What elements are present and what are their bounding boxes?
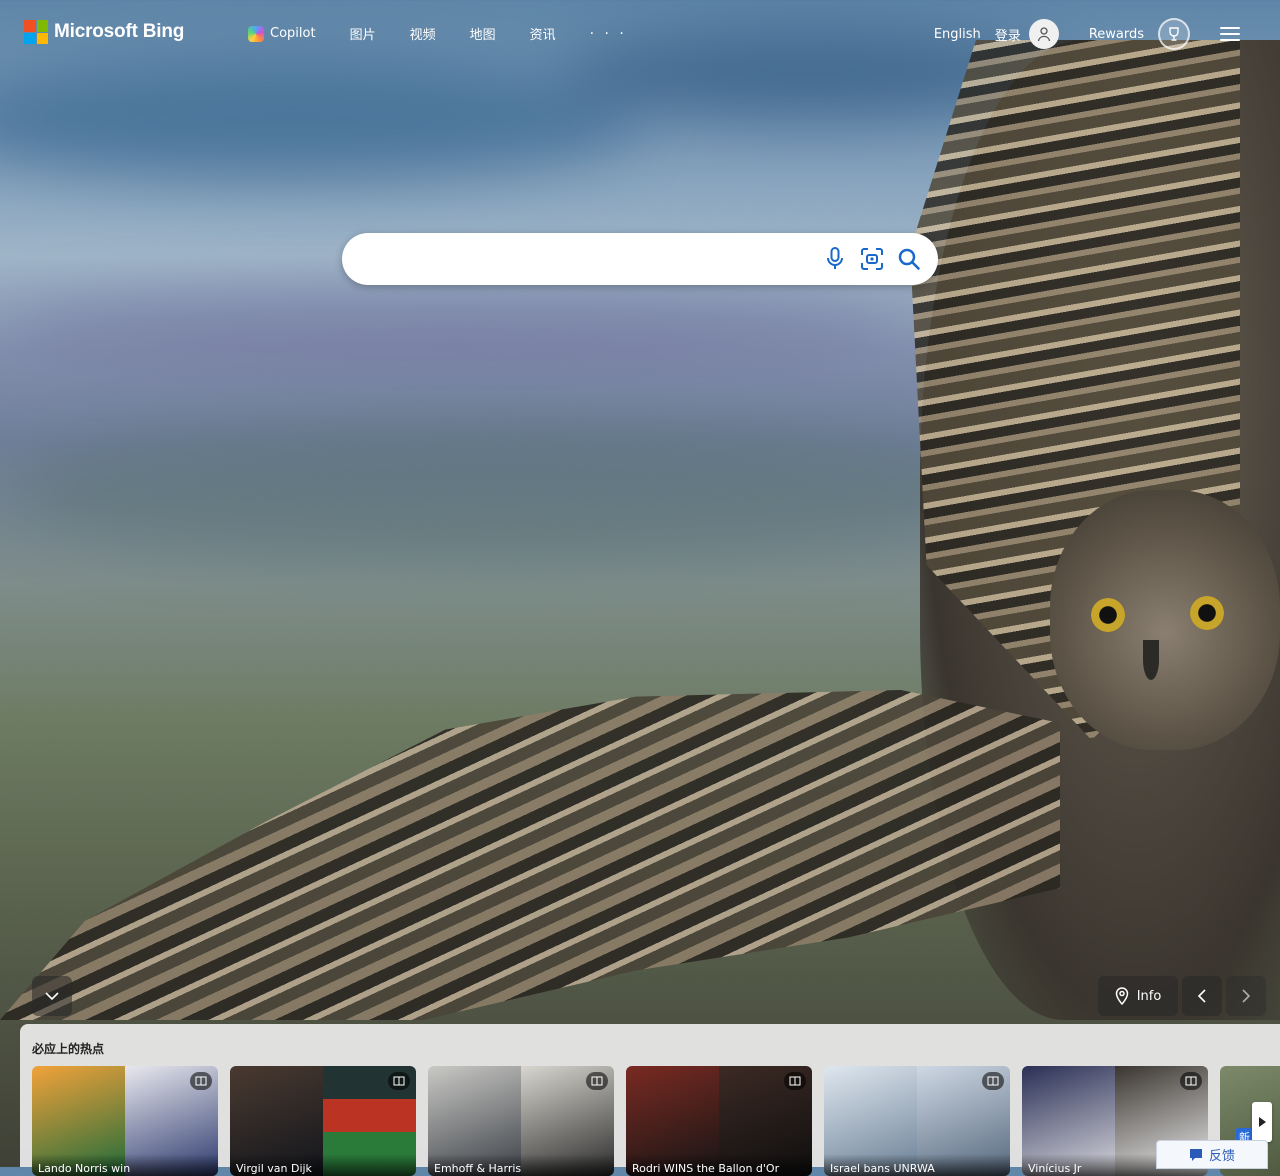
trending-card[interactable]: Rodri WINS the Ballon d'Or <box>626 1066 812 1176</box>
chevron-right-icon <box>1242 989 1251 1003</box>
previous-image-button[interactable] <box>1182 976 1222 1016</box>
trending-cards: Lando Norris win Virgil van Dijk Emhoff … <box>32 1066 1280 1176</box>
gallery-icon <box>1180 1072 1202 1090</box>
gallery-icon <box>388 1072 410 1090</box>
chat-bubble-icon <box>1189 1148 1202 1161</box>
microsoft-logo-icon <box>24 20 48 44</box>
chevron-down-icon <box>45 992 59 1001</box>
header-right: English 登录 Rewards <box>934 14 1280 54</box>
gallery-icon <box>190 1072 212 1090</box>
nav-label: 资讯 <box>529 28 556 43</box>
next-image-button[interactable] <box>1226 976 1266 1016</box>
nav-label: 图片 <box>349 28 376 43</box>
gallery-icon <box>982 1072 1004 1090</box>
nav-images[interactable]: 图片 <box>350 24 376 43</box>
trending-card[interactable]: Israel bans UNRWA <box>824 1066 1010 1176</box>
nav-news[interactable]: 资讯 <box>530 24 556 43</box>
info-label: Info <box>1136 988 1162 1004</box>
nav-more-button[interactable]: · · · <box>590 26 627 42</box>
nav-label: Copilot <box>270 26 316 41</box>
gallery-icon <box>784 1072 806 1090</box>
trending-title: 必应上的热点 <box>32 1042 105 1056</box>
trending-card[interactable]: Lando Norris win <box>32 1066 218 1176</box>
location-pin-icon <box>1115 987 1128 1005</box>
card-caption: Emhoff & Harris <box>428 1154 614 1176</box>
user-icon <box>1037 27 1050 42</box>
trending-card[interactable]: Virgil van Dijk <box>230 1066 416 1176</box>
nav-label: 地图 <box>469 28 496 43</box>
header: Microsoft Bing Copilot 图片 视频 地图 资讯 · · ·… <box>0 0 1280 68</box>
card-caption: Israel bans UNRWA <box>824 1154 1010 1176</box>
language-link[interactable]: English <box>934 27 981 42</box>
card-caption: Rodri WINS the Ballon d'Or <box>626 1154 812 1176</box>
copilot-icon <box>248 25 264 42</box>
trending-next-button[interactable] <box>1252 1102 1272 1142</box>
image-info-button[interactable]: Info <box>1098 976 1178 1016</box>
card-caption: Virgil van Dijk <box>230 1154 416 1176</box>
card-caption: Lando Norris win <box>32 1154 218 1176</box>
nav-copilot[interactable]: Copilot <box>248 25 316 42</box>
microphone-icon[interactable] <box>822 246 848 272</box>
rewards-label[interactable]: Rewards <box>1089 27 1144 42</box>
avatar[interactable] <box>1028 19 1059 49</box>
nav-videos[interactable]: 视频 <box>410 24 436 43</box>
logo-text: Microsoft Bing <box>54 21 185 42</box>
visual-search-icon[interactable] <box>859 246 885 272</box>
feedback-button[interactable]: 反馈 <box>1156 1140 1268 1169</box>
search-box <box>342 233 938 285</box>
search-icon[interactable] <box>896 246 922 272</box>
signin-link[interactable]: 登录 <box>995 25 1021 44</box>
trending-panel: 必应上的热点 Lando Norris win Virgil van Dijk … <box>20 1024 1280 1176</box>
chevron-left-icon <box>1197 989 1206 1003</box>
top-nav: Copilot 图片 视频 地图 资讯 · · · <box>248 24 661 43</box>
search-input[interactable] <box>364 245 808 275</box>
trending-card[interactable]: Emhoff & Harris <box>428 1066 614 1176</box>
caret-right-icon <box>1259 1117 1266 1127</box>
rewards-trophy-icon[interactable] <box>1158 18 1190 50</box>
nav-maps[interactable]: 地图 <box>470 24 496 43</box>
nav-label: 视频 <box>409 28 436 43</box>
collapse-button[interactable] <box>32 976 72 1016</box>
bing-logo[interactable]: Microsoft Bing <box>24 20 184 44</box>
feedback-label: 反馈 <box>1208 1149 1235 1164</box>
gallery-icon <box>586 1072 608 1090</box>
background-image <box>0 0 1280 1167</box>
hamburger-menu-icon[interactable] <box>1220 27 1240 41</box>
